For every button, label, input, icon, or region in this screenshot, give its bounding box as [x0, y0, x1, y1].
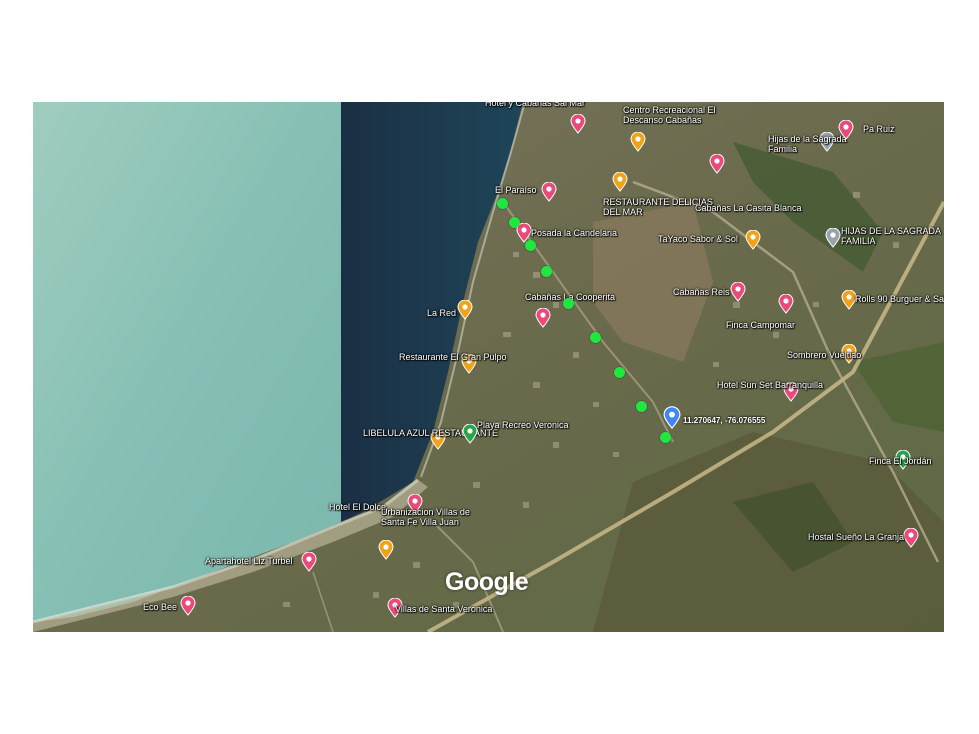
place-label[interactable]: Hijas de la Sagrada Familia	[768, 134, 878, 154]
place-label[interactable]: TaYaco Sabor & Sol	[658, 234, 738, 244]
place-label[interactable]: HIJAS DE LA SAGRADA FAMILIA	[841, 226, 944, 246]
route-dot	[525, 240, 536, 251]
map-imagery	[33, 102, 944, 632]
lodging-pin-icon[interactable]	[180, 595, 196, 616]
route-dot	[509, 217, 520, 228]
lodging-pin-icon[interactable]	[838, 119, 854, 140]
food-pin-icon[interactable]	[612, 171, 628, 192]
place-label[interactable]: Restaurante El Gran Pulpo	[399, 352, 507, 362]
place-label[interactable]: Urbanizacion Villas de Santa Fe Villa Ju…	[381, 507, 491, 527]
lodging-pin-icon[interactable]	[730, 281, 746, 302]
google-logo: Google	[445, 568, 529, 596]
route-dot	[497, 198, 508, 209]
lodging-pin-icon[interactable]	[903, 527, 919, 548]
food-pin-icon[interactable]	[457, 299, 473, 320]
food-pin-icon[interactable]	[745, 229, 761, 250]
place-label[interactable]: Hotel Sun Set Barranquilla	[717, 380, 823, 390]
selected-location-pin-icon[interactable]	[663, 406, 681, 430]
selected-location-coordinates: 11.270647, -76.076555	[683, 416, 766, 425]
lodging-pin-icon[interactable]	[709, 153, 725, 174]
lodging-pin-icon[interactable]	[301, 551, 317, 572]
lodging-pin-icon[interactable]	[541, 181, 557, 202]
route-dot	[563, 298, 574, 309]
place-label[interactable]: Cabañas Reis	[673, 287, 730, 297]
place-label[interactable]: Hotel El Dolce	[329, 502, 386, 512]
place-label[interactable]: La Red	[427, 308, 456, 318]
place-label[interactable]: Finca El Jordán	[869, 456, 932, 466]
route-dot	[636, 401, 647, 412]
place-pin-icon[interactable]	[825, 227, 841, 248]
place-label[interactable]: Centro Recreacional El Descanso Cabañas	[623, 105, 733, 125]
place-label[interactable]: El Paraíso	[495, 185, 537, 195]
place-label[interactable]: Eco Bee	[143, 602, 177, 612]
lodging-pin-icon[interactable]	[778, 293, 794, 314]
route-dot	[541, 266, 552, 277]
place-label[interactable]: Finca Campomar	[726, 320, 795, 330]
place-label[interactable]: Villas de Santa Veronica	[395, 604, 492, 614]
route-dot	[614, 367, 625, 378]
lodging-pin-icon[interactable]	[570, 113, 586, 134]
place-label[interactable]: Rolls 90 Burguer & Sal	[855, 294, 944, 304]
food-pin-icon[interactable]	[378, 539, 394, 560]
food-pin-icon[interactable]	[630, 131, 646, 152]
park-pin-icon[interactable]	[462, 423, 478, 444]
place-label[interactable]: Apartahotel Liz Turbel	[205, 556, 293, 566]
route-dot	[660, 432, 671, 443]
lodging-pin-icon[interactable]	[535, 307, 551, 328]
place-label[interactable]: Pa Ruiz	[863, 124, 895, 134]
place-label[interactable]: Sombrero Vueltiao	[787, 350, 861, 360]
satellite-map[interactable]: Hotel y Cabañas Sal Mar Centro Recreacion…	[33, 102, 944, 632]
place-label[interactable]: Posada la Candelaria	[531, 228, 617, 238]
place-label[interactable]: Playa Recreo Veronica	[477, 420, 569, 430]
place-label[interactable]: Hotel y Cabañas Sal Mar	[485, 102, 585, 108]
place-label[interactable]: Cabañas La Casita Blanca	[695, 203, 802, 213]
place-label[interactable]: Hostal Sueño La Granja	[808, 532, 904, 542]
route-dot	[590, 332, 601, 343]
